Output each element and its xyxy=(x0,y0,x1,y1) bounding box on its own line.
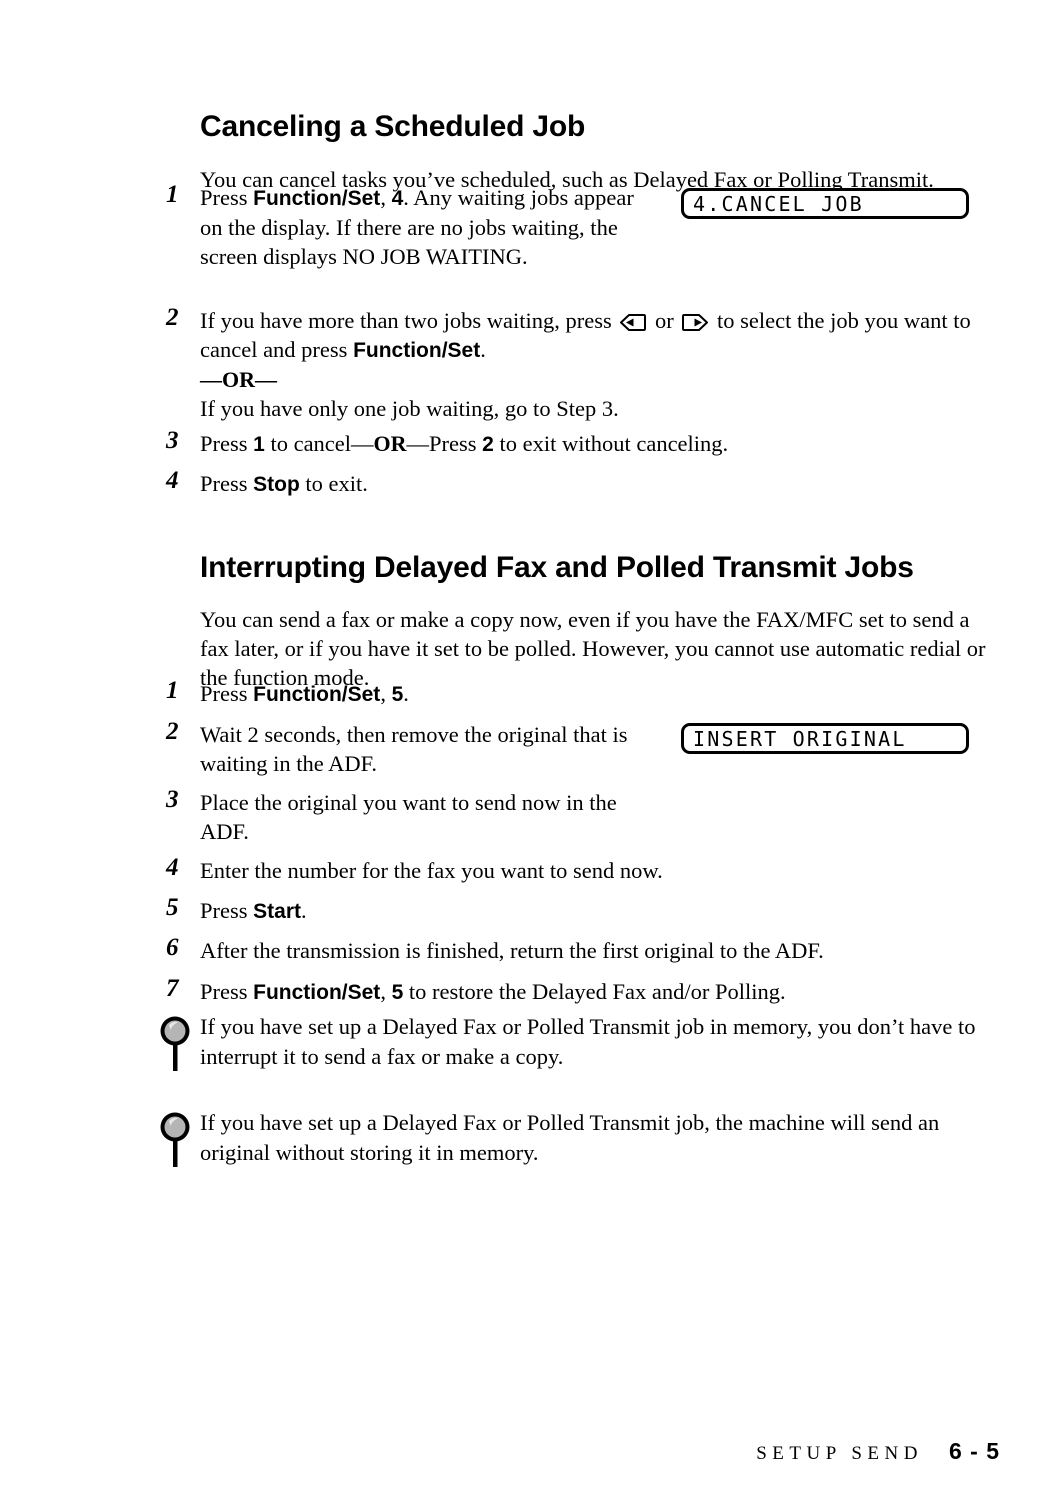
step-text-part: If you have more than two jobs waiting, … xyxy=(200,308,618,333)
step-number: 4 xyxy=(166,467,179,494)
step-text-part: . xyxy=(403,681,409,706)
step-number: 2 xyxy=(166,718,179,745)
step-text-part: Press xyxy=(200,681,254,706)
step-number: 1 xyxy=(166,677,179,704)
key-label-number: 5 xyxy=(391,683,404,706)
step-text-part: to exit. xyxy=(299,471,368,496)
key-label-function-set: Function/Set xyxy=(253,187,381,210)
page-footer: SETUP SEND 6 - 5 xyxy=(756,1438,1000,1465)
note-text: If you have set up a Delayed Fax or Poll… xyxy=(200,1014,976,1069)
step-item: 3 Place the original you want to send no… xyxy=(166,786,1001,846)
step-text-part: Press xyxy=(200,898,254,923)
arrow-left-key-icon xyxy=(620,309,647,331)
step-item: 4 Enter the number for the fax you want … xyxy=(166,854,1001,885)
step-text-alternate: If you have only one job waiting, go to … xyxy=(200,396,619,421)
step-text-part: . xyxy=(301,898,307,923)
key-label-function-set: Function/Set xyxy=(353,339,481,362)
key-label-stop: Stop xyxy=(253,473,300,496)
step-text-part: , xyxy=(380,681,392,706)
step-number: 7 xyxy=(166,975,179,1002)
arrow-right-key-icon xyxy=(682,309,709,331)
key-label-number: 1 xyxy=(253,433,265,456)
step-text-part: to restore the Delayed Fax and/or Pollin… xyxy=(403,979,786,1004)
step-text-part: , xyxy=(380,185,392,210)
step-text: After the transmission is finished, retu… xyxy=(200,938,824,963)
step-item: 3 Press 1 to cancel—OR—Press 2 to exit w… xyxy=(166,427,1001,459)
step-item: 1 Press Function/Set, 5. xyxy=(166,677,1001,709)
step-number: 3 xyxy=(166,786,179,813)
step-text: Press 1 to cancel—OR—Press 2 to exit wit… xyxy=(200,429,1001,459)
manual-page: Canceling a Scheduled Job You can cancel… xyxy=(0,0,1058,1500)
step-text-part: , xyxy=(380,979,392,1004)
step-text-part: Press xyxy=(200,185,254,210)
step-item: 2 If you have more than two jobs waiting… xyxy=(166,304,1001,423)
step-text: Press Function/Set, 4. Any waiting jobs … xyxy=(200,183,660,271)
step-text-part: —Press xyxy=(406,431,483,456)
step-text: Press Start. xyxy=(200,896,1001,926)
step-number: 3 xyxy=(166,427,179,454)
lcd-display-insert-original: INSERT ORIGINAL xyxy=(681,723,969,754)
step-text-part: to cancel— xyxy=(264,431,374,456)
or-label: OR xyxy=(373,431,407,456)
step-item: 6 After the transmission is finished, re… xyxy=(166,934,1001,965)
key-label-function-set: Function/Set xyxy=(253,981,381,1004)
step-number: 6 xyxy=(166,934,179,961)
key-label-number: 4 xyxy=(391,187,404,210)
step-text-part: Press xyxy=(200,471,254,496)
step-number: 2 xyxy=(166,304,179,331)
page-heading-canceling-a-scheduled-job: Canceling a Scheduled Job xyxy=(200,110,586,144)
lcd-display-cancel-job: 4.CANCEL JOB xyxy=(681,188,969,219)
or-label: —OR— xyxy=(200,367,277,392)
key-label-number: 2 xyxy=(482,433,494,456)
lcd-display-text: INSERT ORIGINAL xyxy=(684,729,907,749)
step-item: 7 Press Function/Set, 5 to restore the D… xyxy=(166,975,1001,1007)
note-text: If you have set up a Delayed Fax or Poll… xyxy=(200,1110,940,1165)
key-label-start: Start xyxy=(253,900,301,923)
footer-chapter-title: SETUP SEND xyxy=(756,1443,923,1464)
step-text-part: . xyxy=(480,337,486,362)
key-label-function-set: Function/Set xyxy=(253,683,381,706)
or-separator: —OR— xyxy=(200,365,1001,394)
step-text: Wait 2 seconds, then remove the original… xyxy=(200,722,628,776)
step-item: 4 Press Stop to exit. xyxy=(166,467,1001,499)
step-text: If you have more than two jobs waiting, … xyxy=(200,306,1001,423)
step-text-part: or xyxy=(649,308,680,333)
note-magnifier-icon xyxy=(158,1110,194,1172)
step-number: 5 xyxy=(166,894,179,921)
step-text: Press Function/Set, 5 to restore the Del… xyxy=(200,977,1001,1007)
step-number: 4 xyxy=(166,854,179,881)
step-text: Place the original you want to send now … xyxy=(200,790,617,844)
footer-page-number: 6 - 5 xyxy=(948,1438,1000,1464)
step-text: Enter the number for the fax you want to… xyxy=(200,858,663,883)
note-block: If you have set up a Delayed Fax or Poll… xyxy=(158,1012,1003,1072)
step-number: 1 xyxy=(166,181,179,208)
step-text: Press Stop to exit. xyxy=(200,469,1001,499)
step-text-part: to exit without canceling. xyxy=(493,431,729,456)
note-block: If you have set up a Delayed Fax or Poll… xyxy=(158,1108,1003,1168)
page-heading-interrupting-delayed-fax: Interrupting Delayed Fax and Polled Tran… xyxy=(200,551,914,585)
step-text: Press Function/Set, 5. xyxy=(200,679,1001,709)
key-label-number: 5 xyxy=(391,981,404,1004)
step-item: 5 Press Start. xyxy=(166,894,1001,926)
lcd-display-text: 4.CANCEL JOB xyxy=(684,194,864,214)
step-text-part: Press xyxy=(200,979,254,1004)
step-text-part: Press xyxy=(200,431,254,456)
note-magnifier-icon xyxy=(158,1014,194,1076)
